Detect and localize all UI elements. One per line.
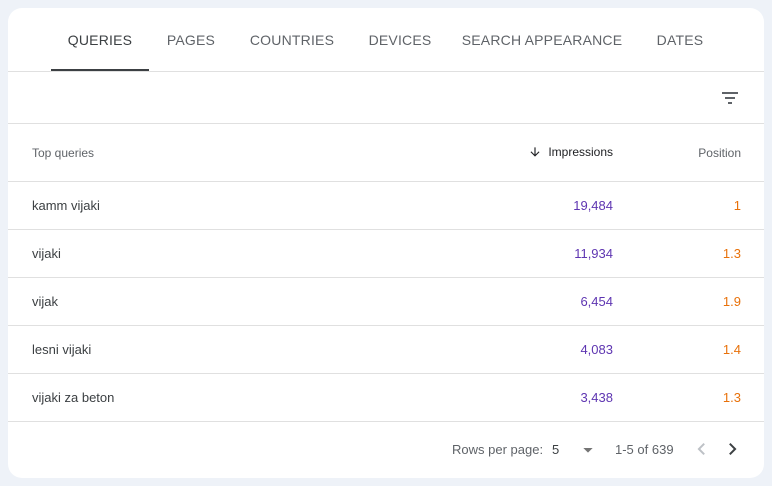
- table-row[interactable]: lesni vijaki 4,083 1.4: [8, 326, 764, 374]
- tab-bar: QUERIES PAGES COUNTRIES DEVICES SEARCH A…: [8, 8, 764, 72]
- rows-per-page-select[interactable]: 5: [548, 436, 604, 464]
- tab-search-appearance[interactable]: SEARCH APPEARANCE: [449, 8, 635, 71]
- position-cell: 1.9: [722, 294, 741, 309]
- next-page-button[interactable]: [721, 437, 745, 461]
- table-toolbar: [8, 72, 764, 124]
- impressions-header-label: Impressions: [548, 145, 613, 159]
- column-header-top-queries[interactable]: Top queries: [32, 146, 94, 160]
- position-cell: 1.3: [722, 246, 741, 261]
- query-cell: vijak: [32, 294, 59, 309]
- table-row[interactable]: vijak 6,454 1.9: [8, 278, 764, 326]
- tab-countries[interactable]: COUNTRIES: [233, 8, 351, 71]
- chevron-right-icon: [729, 443, 737, 455]
- column-header-impressions[interactable]: Impressions: [528, 145, 613, 159]
- query-cell: kamm vijaki: [32, 198, 100, 213]
- tab-queries[interactable]: QUERIES: [51, 8, 149, 71]
- pagination-bar: Rows per page: 5 1-5 of 639: [8, 422, 764, 478]
- filter-button[interactable]: [718, 86, 742, 110]
- arrow-drop-down-icon: [583, 448, 593, 453]
- filter-list-icon: [722, 92, 738, 104]
- position-cell: 1.4: [722, 342, 741, 357]
- impressions-cell: 11,934: [574, 246, 613, 261]
- position-cell: 1: [733, 198, 741, 213]
- position-cell: 1.3: [722, 390, 741, 405]
- query-cell: vijaki: [32, 246, 61, 261]
- rows-per-page-label: Rows per page:: [452, 442, 544, 457]
- table-row[interactable]: vijaki 11,934 1.3: [8, 230, 764, 278]
- table-header: Top queries Impressions Position: [8, 124, 764, 182]
- tab-pages[interactable]: PAGES: [149, 8, 233, 71]
- active-tab-indicator: [51, 69, 149, 71]
- chevron-left-icon: [697, 443, 705, 455]
- impressions-cell: 3,438: [580, 390, 613, 405]
- column-header-position[interactable]: Position: [698, 146, 741, 160]
- table-row[interactable]: kamm vijaki 19,484 1: [8, 182, 764, 230]
- query-cell: lesni vijaki: [32, 342, 92, 357]
- impressions-cell: 4,083: [580, 342, 613, 357]
- rows-per-page-value: 5: [552, 442, 560, 457]
- previous-page-button[interactable]: [689, 437, 713, 461]
- arrow-down-icon: [530, 147, 540, 157]
- tab-devices[interactable]: DEVICES: [351, 8, 449, 71]
- query-cell: vijaki za beton: [32, 390, 115, 405]
- performance-card: QUERIES PAGES COUNTRIES DEVICES SEARCH A…: [8, 8, 764, 478]
- impressions-cell: 6,454: [580, 294, 613, 309]
- table-row[interactable]: vijaki za beton 3,438 1.3: [8, 374, 764, 422]
- impressions-cell: 19,484: [573, 198, 613, 213]
- pagination-range: 1-5 of 639: [615, 442, 674, 457]
- tab-dates[interactable]: DATES: [635, 8, 725, 71]
